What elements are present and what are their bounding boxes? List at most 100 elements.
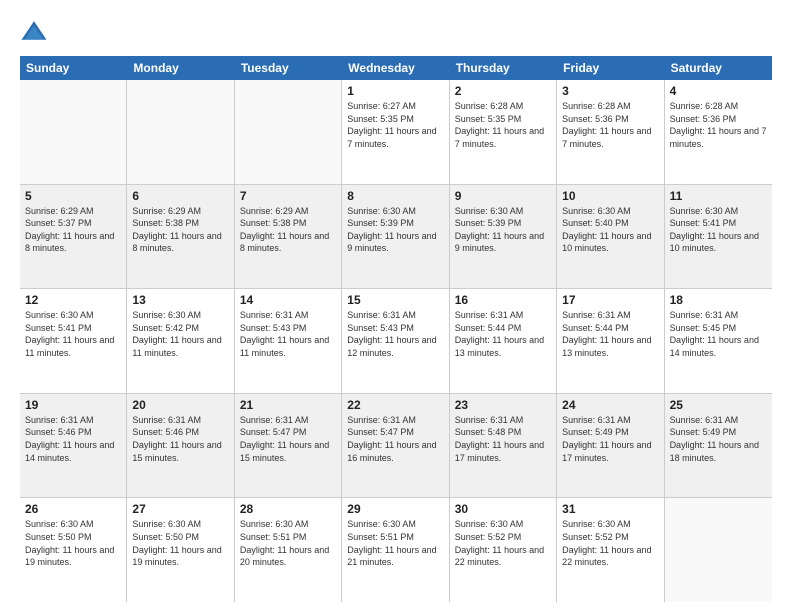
day-number: 20	[132, 398, 228, 412]
day-number: 19	[25, 398, 121, 412]
calendar-day-cell: 26 Sunrise: 6:30 AM Sunset: 5:50 PM Dayli…	[20, 498, 127, 602]
day-info: Sunrise: 6:30 AM Sunset: 5:40 PM Dayligh…	[562, 205, 658, 255]
day-info: Sunrise: 6:27 AM Sunset: 5:35 PM Dayligh…	[347, 100, 443, 150]
day-info: Sunrise: 6:30 AM Sunset: 5:41 PM Dayligh…	[25, 309, 121, 359]
calendar-body: 1 Sunrise: 6:27 AM Sunset: 5:35 PM Daylig…	[20, 80, 772, 602]
day-number: 24	[562, 398, 658, 412]
day-number: 18	[670, 293, 767, 307]
calendar-day-cell: 16 Sunrise: 6:31 AM Sunset: 5:44 PM Dayli…	[450, 289, 557, 393]
logo	[20, 18, 52, 46]
header-day: Wednesday	[342, 56, 449, 80]
day-info: Sunrise: 6:30 AM Sunset: 5:50 PM Dayligh…	[132, 518, 228, 568]
day-number: 12	[25, 293, 121, 307]
calendar-day-cell: 28 Sunrise: 6:30 AM Sunset: 5:51 PM Dayli…	[235, 498, 342, 602]
day-info: Sunrise: 6:30 AM Sunset: 5:51 PM Dayligh…	[240, 518, 336, 568]
day-info: Sunrise: 6:29 AM Sunset: 5:38 PM Dayligh…	[240, 205, 336, 255]
calendar-day-cell: 24 Sunrise: 6:31 AM Sunset: 5:49 PM Dayli…	[557, 394, 664, 498]
day-info: Sunrise: 6:31 AM Sunset: 5:47 PM Dayligh…	[347, 414, 443, 464]
day-number: 14	[240, 293, 336, 307]
day-number: 16	[455, 293, 551, 307]
day-number: 26	[25, 502, 121, 516]
calendar-day-cell: 14 Sunrise: 6:31 AM Sunset: 5:43 PM Dayli…	[235, 289, 342, 393]
day-info: Sunrise: 6:29 AM Sunset: 5:38 PM Dayligh…	[132, 205, 228, 255]
day-number: 23	[455, 398, 551, 412]
calendar-day-cell: 8 Sunrise: 6:30 AM Sunset: 5:39 PM Daylig…	[342, 185, 449, 289]
calendar-day-cell	[665, 498, 772, 602]
calendar-day-cell: 7 Sunrise: 6:29 AM Sunset: 5:38 PM Daylig…	[235, 185, 342, 289]
header-day: Saturday	[665, 56, 772, 80]
calendar-day-cell	[127, 80, 234, 184]
header-day: Monday	[127, 56, 234, 80]
calendar-day-cell: 1 Sunrise: 6:27 AM Sunset: 5:35 PM Daylig…	[342, 80, 449, 184]
day-info: Sunrise: 6:31 AM Sunset: 5:43 PM Dayligh…	[347, 309, 443, 359]
header-day: Thursday	[450, 56, 557, 80]
day-info: Sunrise: 6:29 AM Sunset: 5:37 PM Dayligh…	[25, 205, 121, 255]
day-number: 25	[670, 398, 767, 412]
page: SundayMondayTuesdayWednesdayThursdayFrid…	[0, 0, 792, 612]
day-number: 1	[347, 84, 443, 98]
calendar-day-cell: 23 Sunrise: 6:31 AM Sunset: 5:48 PM Dayli…	[450, 394, 557, 498]
day-info: Sunrise: 6:31 AM Sunset: 5:44 PM Dayligh…	[455, 309, 551, 359]
day-number: 6	[132, 189, 228, 203]
day-number: 13	[132, 293, 228, 307]
calendar-day-cell: 6 Sunrise: 6:29 AM Sunset: 5:38 PM Daylig…	[127, 185, 234, 289]
day-number: 2	[455, 84, 551, 98]
calendar-day-cell: 20Sunrise: 6:31 AM Sunset: 5:46 PM Dayli…	[127, 394, 234, 498]
day-number: 28	[240, 502, 336, 516]
day-info: Sunrise: 6:31 AM Sunset: 5:48 PM Dayligh…	[455, 414, 551, 464]
day-info: Sunrise: 6:31 AM Sunset: 5:46 PM Dayligh…	[25, 414, 121, 464]
day-info: Sunrise: 6:30 AM Sunset: 5:39 PM Dayligh…	[347, 205, 443, 255]
day-info: Sunrise: 6:30 AM Sunset: 5:50 PM Dayligh…	[25, 518, 121, 568]
calendar-day-cell: 17Sunrise: 6:31 AM Sunset: 5:44 PM Dayli…	[557, 289, 664, 393]
day-info: Sunrise: 6:31 AM Sunset: 5:47 PM Dayligh…	[240, 414, 336, 464]
calendar-week-row: 19 Sunrise: 6:31 AM Sunset: 5:46 PM Dayli…	[20, 394, 772, 499]
day-info: Sunrise: 6:30 AM Sunset: 5:52 PM Dayligh…	[455, 518, 551, 568]
calendar-day-cell: 18 Sunrise: 6:31 AM Sunset: 5:45 PM Dayli…	[665, 289, 772, 393]
day-info: Sunrise: 6:30 AM Sunset: 5:39 PM Dayligh…	[455, 205, 551, 255]
day-info: Sunrise: 6:30 AM Sunset: 5:42 PM Dayligh…	[132, 309, 228, 359]
calendar-week-row: 1 Sunrise: 6:27 AM Sunset: 5:35 PM Daylig…	[20, 80, 772, 185]
day-info: Sunrise: 6:28 AM Sunset: 5:36 PM Dayligh…	[670, 100, 767, 150]
calendar-day-cell: 2Sunrise: 6:28 AM Sunset: 5:35 PM Daylig…	[450, 80, 557, 184]
calendar-day-cell: 22 Sunrise: 6:31 AM Sunset: 5:47 PM Dayli…	[342, 394, 449, 498]
day-number: 27	[132, 502, 228, 516]
calendar-day-cell: 25 Sunrise: 6:31 AM Sunset: 5:49 PM Dayli…	[665, 394, 772, 498]
calendar-day-cell: 29 Sunrise: 6:30 AM Sunset: 5:51 PM Dayli…	[342, 498, 449, 602]
calendar-day-cell	[235, 80, 342, 184]
day-number: 8	[347, 189, 443, 203]
day-number: 21	[240, 398, 336, 412]
calendar-day-cell: 9 Sunrise: 6:30 AM Sunset: 5:39 PM Daylig…	[450, 185, 557, 289]
day-number: 30	[455, 502, 551, 516]
day-number: 10	[562, 189, 658, 203]
day-number: 17	[562, 293, 658, 307]
day-number: 29	[347, 502, 443, 516]
calendar-day-cell: 3 Sunrise: 6:28 AM Sunset: 5:36 PM Daylig…	[557, 80, 664, 184]
calendar-day-cell: 30 Sunrise: 6:30 AM Sunset: 5:52 PM Dayli…	[450, 498, 557, 602]
calendar-day-cell	[20, 80, 127, 184]
day-number: 22	[347, 398, 443, 412]
day-number: 3	[562, 84, 658, 98]
day-info: Sunrise: 6:28 AM Sunset: 5:36 PM Dayligh…	[562, 100, 658, 150]
calendar-day-cell: 21 Sunrise: 6:31 AM Sunset: 5:47 PM Dayli…	[235, 394, 342, 498]
calendar-day-cell: 31 Sunrise: 6:30 AM Sunset: 5:52 PM Dayli…	[557, 498, 664, 602]
header	[20, 18, 772, 46]
calendar-day-cell: 27 Sunrise: 6:30 AM Sunset: 5:50 PM Dayli…	[127, 498, 234, 602]
calendar-week-row: 12 Sunrise: 6:30 AM Sunset: 5:41 PM Dayli…	[20, 289, 772, 394]
calendar-day-cell: 13 Sunrise: 6:30 AM Sunset: 5:42 PM Dayli…	[127, 289, 234, 393]
day-info: Sunrise: 6:30 AM Sunset: 5:52 PM Dayligh…	[562, 518, 658, 568]
calendar-day-cell: 15Sunrise: 6:31 AM Sunset: 5:43 PM Dayli…	[342, 289, 449, 393]
day-number: 4	[670, 84, 767, 98]
header-day: Friday	[557, 56, 664, 80]
day-number: 7	[240, 189, 336, 203]
day-number: 31	[562, 502, 658, 516]
day-info: Sunrise: 6:31 AM Sunset: 5:49 PM Dayligh…	[670, 414, 767, 464]
header-day: Sunday	[20, 56, 127, 80]
day-number: 9	[455, 189, 551, 203]
day-number: 11	[670, 189, 767, 203]
day-info: Sunrise: 6:31 AM Sunset: 5:45 PM Dayligh…	[670, 309, 767, 359]
day-info: Sunrise: 6:31 AM Sunset: 5:49 PM Dayligh…	[562, 414, 658, 464]
day-info: Sunrise: 6:31 AM Sunset: 5:43 PM Dayligh…	[240, 309, 336, 359]
day-info: Sunrise: 6:30 AM Sunset: 5:51 PM Dayligh…	[347, 518, 443, 568]
calendar-day-cell: 12 Sunrise: 6:30 AM Sunset: 5:41 PM Dayli…	[20, 289, 127, 393]
calendar: SundayMondayTuesdayWednesdayThursdayFrid…	[20, 56, 772, 602]
